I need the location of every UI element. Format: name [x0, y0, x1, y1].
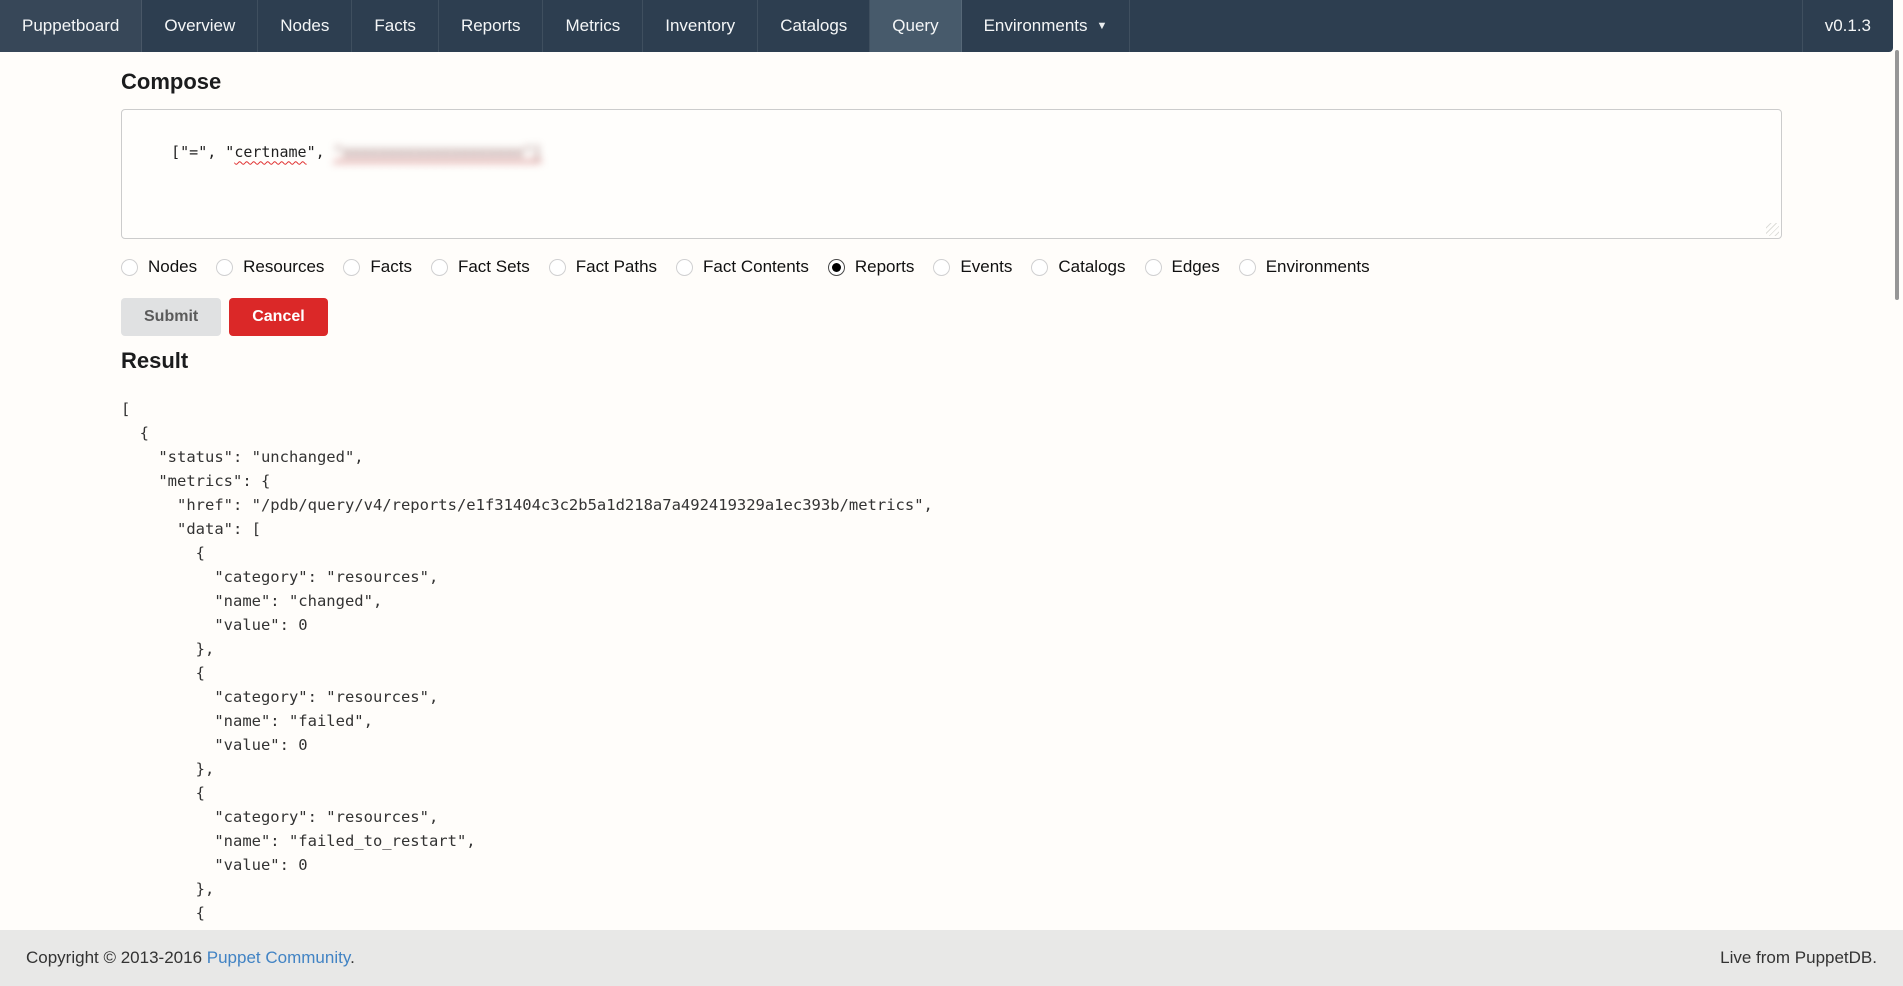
radio-label: Edges — [1172, 257, 1220, 277]
footer-status: Live from PuppetDB. — [1720, 948, 1877, 968]
radio-option-edges[interactable]: Edges — [1145, 257, 1220, 277]
main-content: Compose ["=", "certname", "xxxxxxxxxxxxx… — [121, 52, 1782, 949]
nav-item-label: Metrics — [565, 16, 620, 36]
radio-label: Environments — [1266, 257, 1370, 277]
vertical-scrollbar[interactable] — [1893, 0, 1903, 986]
nav-item-metrics[interactable]: Metrics — [543, 0, 643, 52]
nav-item-label: Nodes — [280, 16, 329, 36]
radio-label: Fact Paths — [576, 257, 657, 277]
radio-label: Fact Sets — [458, 257, 530, 277]
endpoint-radio-group: Nodes Resources Facts Fact Sets Fact Pat… — [121, 257, 1782, 277]
query-text-prefix: ["=", " — [171, 143, 234, 161]
radio-option-nodes[interactable]: Nodes — [121, 257, 197, 277]
nav-item-nodes[interactable]: Nodes — [258, 0, 352, 52]
nav-item-reports[interactable]: Reports — [439, 0, 544, 52]
radio-label: Nodes — [148, 257, 197, 277]
chevron-down-icon: ▼ — [1097, 21, 1108, 32]
nav-item-label: Environments — [984, 16, 1088, 36]
nav-item-label: Inventory — [665, 16, 735, 36]
nav-item-label: Catalogs — [780, 16, 847, 36]
radio-icon — [216, 259, 233, 276]
radio-option-catalogs[interactable]: Catalogs — [1031, 257, 1125, 277]
nav-item-facts[interactable]: Facts — [352, 0, 439, 52]
textarea-resize-handle[interactable] — [1766, 223, 1779, 236]
radio-option-resources[interactable]: Resources — [216, 257, 324, 277]
radio-icon — [1031, 259, 1048, 276]
version-badge: v0.1.3 — [1802, 0, 1893, 52]
radio-icon — [1145, 259, 1162, 276]
query-certname-word: certname — [234, 143, 306, 161]
radio-label: Fact Contents — [703, 257, 809, 277]
page-footer: Copyright © 2013-2016 Puppet Community. … — [0, 930, 1903, 986]
radio-option-facts[interactable]: Facts — [343, 257, 412, 277]
query-textarea[interactable]: ["=", "certname", "xxxxxxxxxxxxxxxxxxxx"… — [121, 109, 1782, 239]
radio-icon — [676, 259, 693, 276]
radio-label: Reports — [855, 257, 915, 277]
action-buttons: Submit Cancel — [121, 298, 1782, 336]
radio-icon — [933, 259, 950, 276]
compose-title: Compose — [121, 69, 1782, 95]
scrollbar-thumb[interactable] — [1895, 50, 1899, 300]
radio-icon — [1239, 259, 1256, 276]
radio-icon — [549, 259, 566, 276]
nav-item-label: Facts — [374, 16, 416, 36]
radio-label: Resources — [243, 257, 324, 277]
radio-label: Facts — [370, 257, 412, 277]
radio-option-fact-paths[interactable]: Fact Paths — [549, 257, 657, 277]
nav-item-environments[interactable]: Environments ▼ — [962, 0, 1131, 52]
footer-copyright: Copyright © 2013-2016 Puppet Community. — [26, 948, 355, 968]
navbar-right: v0.1.3 — [1802, 0, 1893, 52]
result-json-output: [ { "status": "unchanged", "metrics": { … — [121, 397, 1782, 949]
nav-item-label: Reports — [461, 16, 521, 36]
navbar-brand-label: Puppetboard — [22, 16, 119, 36]
radio-icon — [431, 259, 448, 276]
radio-option-fact-contents[interactable]: Fact Contents — [676, 257, 809, 277]
nav-item-query[interactable]: Query — [870, 0, 961, 52]
nav-item-inventory[interactable]: Inventory — [643, 0, 758, 52]
radio-icon — [343, 259, 360, 276]
radio-option-fact-sets[interactable]: Fact Sets — [431, 257, 530, 277]
radio-label: Events — [960, 257, 1012, 277]
query-text-separator: ", — [307, 143, 334, 161]
top-navbar: Puppetboard Overview Nodes Facts Reports… — [0, 0, 1893, 52]
nav-item-catalogs[interactable]: Catalogs — [758, 0, 870, 52]
radio-icon — [121, 259, 138, 276]
navbar-brand[interactable]: Puppetboard — [0, 0, 142, 52]
submit-button[interactable]: Submit — [121, 298, 221, 336]
radio-option-reports[interactable]: Reports — [828, 257, 915, 277]
version-label: v0.1.3 — [1825, 16, 1871, 36]
nav-item-overview[interactable]: Overview — [142, 0, 258, 52]
nav-item-label: Overview — [164, 16, 235, 36]
radio-option-events[interactable]: Events — [933, 257, 1012, 277]
nav-item-label: Query — [892, 16, 938, 36]
puppet-community-link[interactable]: Puppet Community — [207, 948, 350, 967]
cancel-button[interactable]: Cancel — [229, 298, 327, 336]
radio-label: Catalogs — [1058, 257, 1125, 277]
copyright-period: . — [350, 948, 355, 967]
result-title: Result — [121, 348, 1782, 374]
radio-selected-icon — [828, 259, 845, 276]
query-redacted-value: "xxxxxxxxxxxxxxxxxxxx"] — [334, 143, 542, 161]
copyright-text: Copyright © 2013-2016 — [26, 948, 207, 967]
radio-option-environments[interactable]: Environments — [1239, 257, 1370, 277]
